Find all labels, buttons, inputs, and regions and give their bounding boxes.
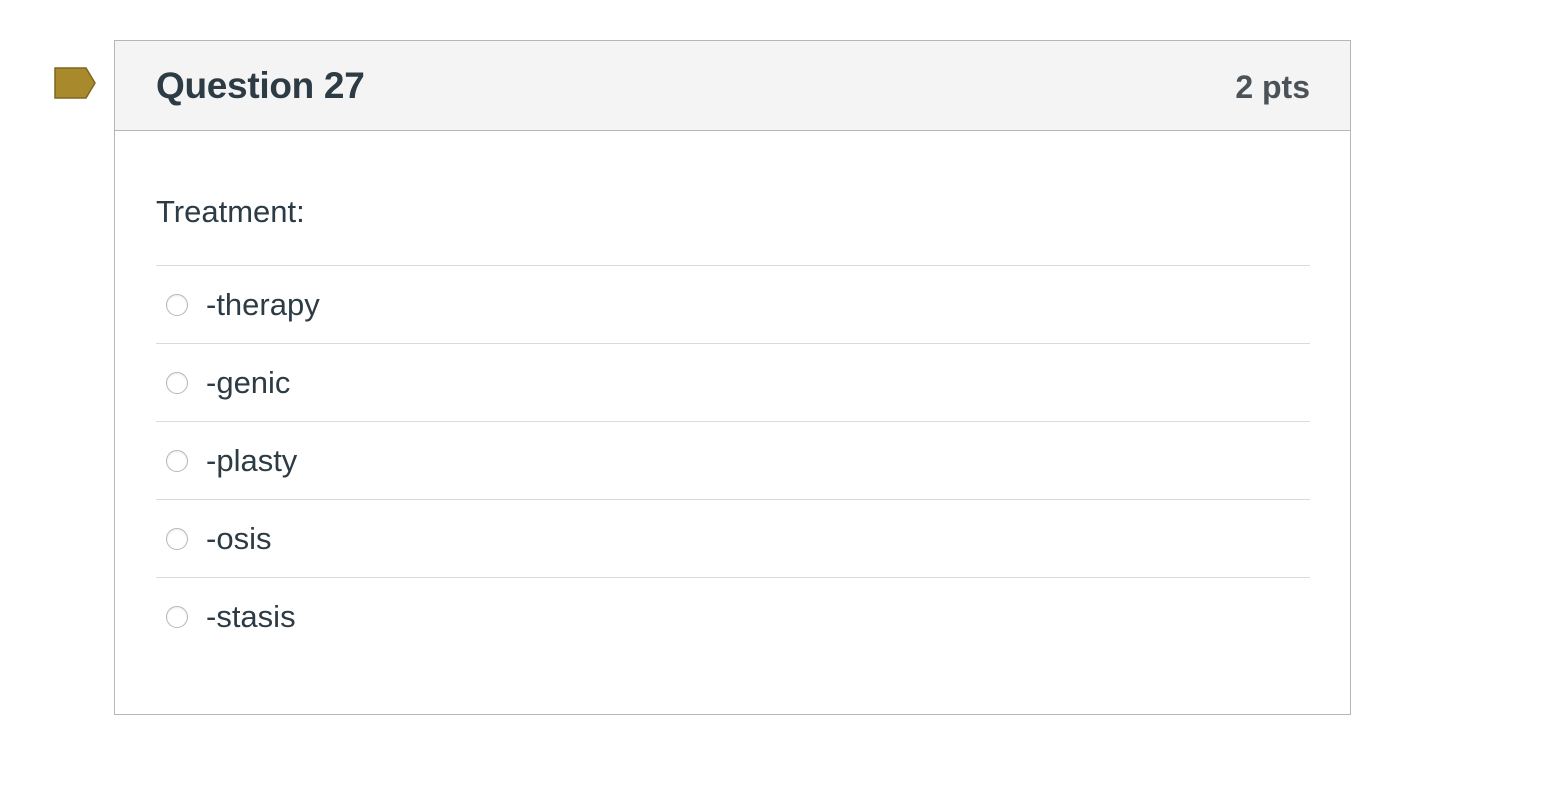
question-card: Question 27 2 pts Treatment: -therapy -g… (114, 40, 1351, 715)
radio-button[interactable] (166, 371, 188, 394)
radio-button[interactable] (166, 606, 188, 628)
answer-option[interactable]: -genic (156, 344, 1310, 422)
question-points: 2 pts (1235, 69, 1310, 105)
radio-button[interactable] (166, 527, 188, 550)
question-body: Treatment: -therapy -genic -plasty -osis… (115, 131, 1350, 656)
answer-option[interactable]: -therapy (156, 266, 1310, 344)
radio-button[interactable] (166, 449, 188, 472)
answer-label: -osis (206, 520, 272, 556)
answer-label: -stasis (206, 599, 296, 634)
question-text: Treatment: (156, 194, 305, 229)
answer-list: -therapy -genic -plasty -osis -stasis (156, 265, 1310, 656)
radio-button[interactable] (166, 293, 188, 316)
answer-label: -therapy (206, 286, 320, 322)
question-header: Question 27 2 pts (115, 41, 1350, 131)
answer-option[interactable]: -osis (156, 500, 1310, 578)
answer-label: -genic (206, 364, 291, 400)
question-title: Question 27 (156, 64, 365, 106)
flag-question-icon[interactable] (54, 67, 96, 99)
answer-label: -plasty (206, 442, 298, 478)
answer-option[interactable]: -stasis (156, 578, 1310, 656)
answer-option[interactable]: -plasty (156, 422, 1310, 500)
